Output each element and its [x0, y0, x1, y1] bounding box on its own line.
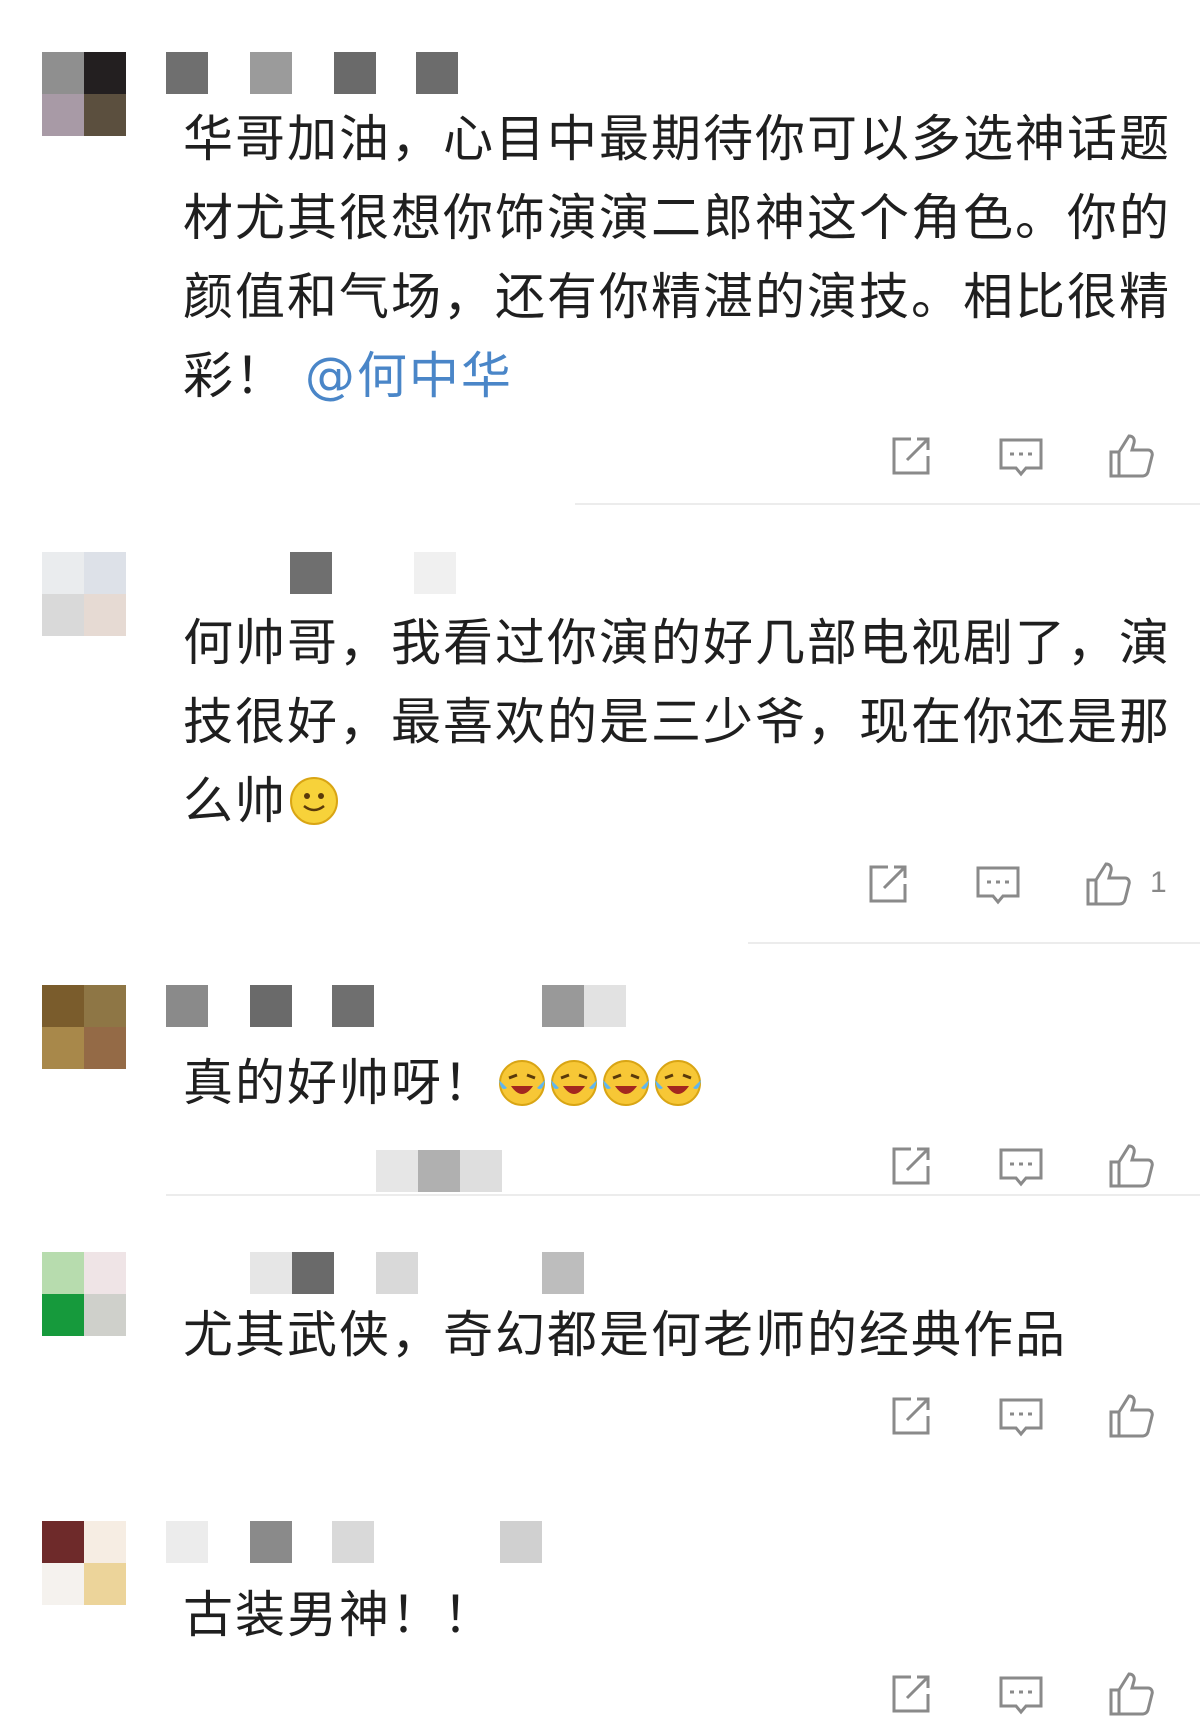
- comment-actions: [885, 1668, 1185, 1720]
- divider: [166, 1194, 1200, 1196]
- like-icon[interactable]: [1105, 1390, 1157, 1442]
- comment-actions: [885, 430, 1185, 482]
- like-count: 1: [1150, 866, 1167, 899]
- reply-icon[interactable]: [972, 858, 1024, 910]
- share-icon[interactable]: [885, 430, 937, 482]
- like-icon[interactable]: [1105, 430, 1157, 482]
- reply-icon[interactable]: [995, 1140, 1047, 1192]
- timestamp: [376, 1150, 506, 1192]
- share-icon[interactable]: [885, 1668, 937, 1720]
- share-icon[interactable]: [862, 858, 914, 910]
- like-icon[interactable]: [1105, 1140, 1157, 1192]
- avatar[interactable]: [42, 1521, 126, 1605]
- avatar[interactable]: [42, 52, 126, 136]
- mention-link[interactable]: @何中华: [305, 347, 513, 405]
- divider: [575, 503, 1200, 505]
- reply-icon[interactable]: [995, 1668, 1047, 1720]
- comment-text: 尤其武侠，奇幻都是何老师的经典作品: [183, 1306, 1067, 1364]
- crying-laughing-emoji-icon: [603, 1060, 649, 1106]
- avatar[interactable]: [42, 985, 126, 1069]
- reply-icon[interactable]: [995, 1390, 1047, 1442]
- avatar[interactable]: [42, 552, 126, 636]
- share-icon[interactable]: [885, 1390, 937, 1442]
- comment-text: 华哥加油，心目中最期待你可以多选神话题材尤其很想你饰演演二郎神这个角色。你的颜值…: [183, 110, 1171, 405]
- comment-text: 古装男神！！: [183, 1586, 495, 1644]
- crying-laughing-emoji-icon: [499, 1060, 545, 1106]
- comment-actions: [885, 1140, 1185, 1192]
- comment-text: 何帅哥，我看过你演的好几部电视剧了，演技很好，最喜欢的是三少爷，现在你还是那么帅: [183, 614, 1171, 830]
- comment-actions: 1: [862, 858, 1192, 910]
- share-icon[interactable]: [885, 1140, 937, 1192]
- like-icon[interactable]: [1082, 858, 1134, 910]
- comment-actions: [885, 1390, 1185, 1442]
- like-icon[interactable]: [1105, 1668, 1157, 1720]
- avatar[interactable]: [42, 1252, 126, 1336]
- crying-laughing-emoji-icon: [655, 1060, 701, 1106]
- crying-laughing-emoji-icon: [551, 1060, 597, 1106]
- reply-icon[interactable]: [995, 430, 1047, 482]
- comment-text: 真的好帅呀！: [183, 1044, 1173, 1123]
- divider: [748, 942, 1200, 944]
- smile-emoji-icon: [290, 777, 338, 825]
